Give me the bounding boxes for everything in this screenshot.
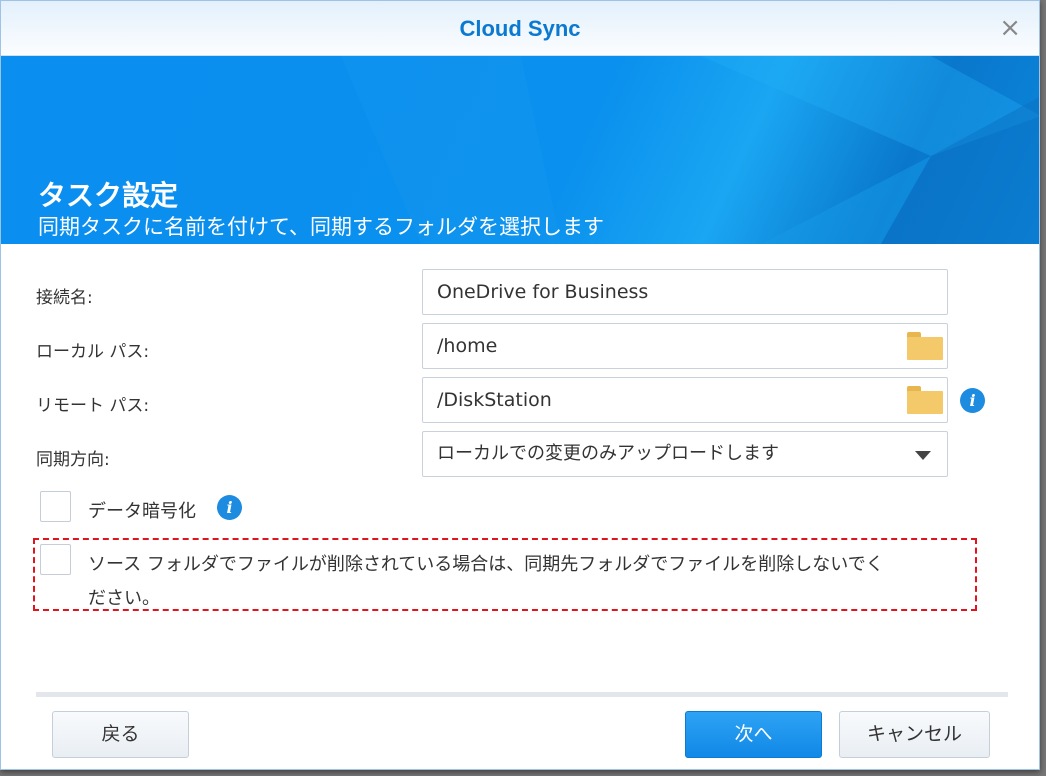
- connection-name-label: 接続名:: [36, 288, 93, 308]
- info-icon[interactable]: i: [217, 495, 242, 520]
- connection-name-input[interactable]: OneDrive for Business: [422, 269, 948, 315]
- encrypt-label: データ暗号化: [88, 501, 196, 522]
- no-delete-label-line1: ソース フォルダでファイルが削除されている場合は、同期先フォルダでファイルを削除…: [88, 554, 884, 575]
- title-bar: Cloud Sync ×: [1, 1, 1039, 56]
- local-path-label: ローカル パス:: [36, 342, 150, 362]
- close-icon[interactable]: ×: [999, 13, 1021, 43]
- remote-path-label: リモート パス:: [36, 396, 150, 416]
- banner-title: タスク設定: [38, 179, 179, 212]
- no-delete-label: ソース フォルダでファイルが削除されている場合は、同期先フォルダでファイルを削除…: [88, 548, 884, 616]
- info-icon[interactable]: i: [960, 388, 985, 413]
- cancel-button[interactable]: キャンセル: [839, 711, 990, 758]
- chevron-down-icon: [915, 451, 931, 460]
- local-path-value: /home: [437, 335, 498, 357]
- no-delete-label-line2: ださい。: [88, 588, 160, 609]
- local-path-input[interactable]: /home: [422, 323, 948, 369]
- sync-direction-label: 同期方向:: [36, 450, 110, 470]
- back-button[interactable]: 戻る: [52, 711, 189, 758]
- window-title: Cloud Sync: [459, 16, 581, 41]
- sync-direction-select[interactable]: ローカルでの変更のみアップロードします: [422, 431, 948, 477]
- folder-icon[interactable]: [907, 386, 943, 414]
- banner-subtitle: 同期タスクに名前を付けて、同期するフォルダを選択します: [38, 215, 604, 239]
- sync-direction-value: ローカルでの変更のみアップロードします: [437, 443, 779, 464]
- header-banner: タスク設定 同期タスクに名前を付けて、同期するフォルダを選択します: [1, 56, 1039, 244]
- remote-path-input[interactable]: /DiskStation: [422, 377, 948, 423]
- connection-name-value: OneDrive for Business: [437, 281, 649, 303]
- folder-icon[interactable]: [907, 332, 943, 360]
- no-delete-checkbox[interactable]: [40, 544, 71, 575]
- remote-path-value: /DiskStation: [437, 389, 552, 411]
- footer-divider: [36, 692, 1008, 697]
- encrypt-checkbox[interactable]: [40, 491, 71, 522]
- next-button[interactable]: 次へ: [685, 711, 822, 758]
